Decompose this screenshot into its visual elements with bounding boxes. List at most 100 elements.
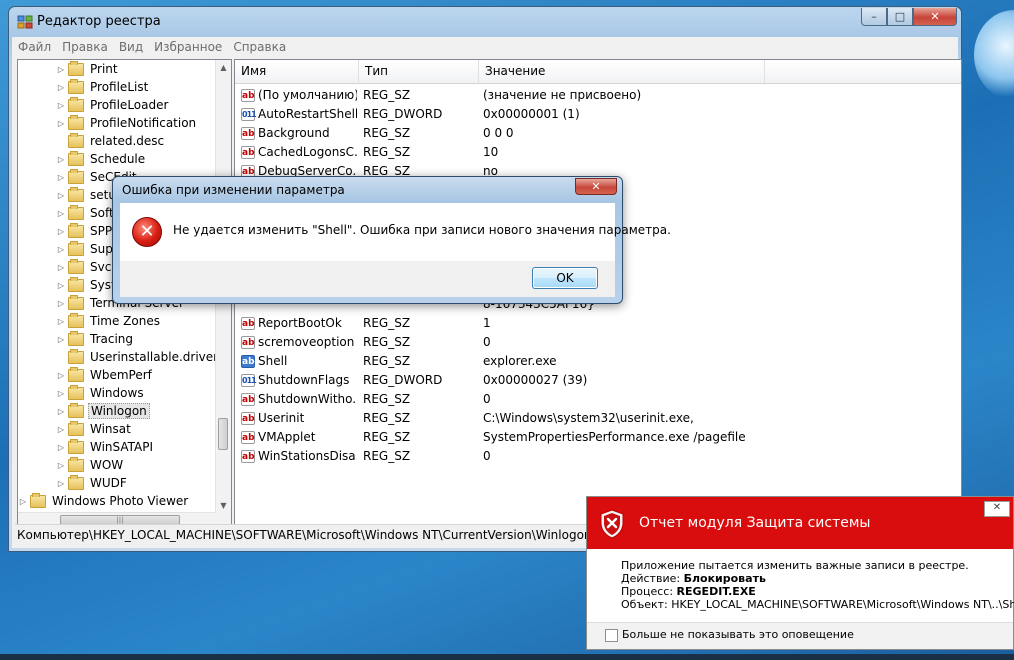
table-row[interactable]: ab VMApplet REG_SZ SystemPropertiesPerforma… bbox=[235, 428, 961, 447]
expand-arrow-icon[interactable]: ▷ bbox=[56, 101, 66, 110]
tree-item[interactable]: ▷ ProfileLoader bbox=[56, 96, 170, 114]
string-value-icon: ab bbox=[241, 317, 255, 330]
value-name: ShutdownFlags bbox=[258, 373, 350, 387]
expand-arrow-icon[interactable]: ▷ bbox=[56, 191, 66, 200]
binary-value-icon: 011 bbox=[241, 108, 257, 121]
maximize-icon: □ bbox=[894, 10, 906, 23]
tree-item[interactable]: ▷ WUDF bbox=[56, 474, 129, 492]
table-row[interactable]: ab scremoveoption REG_SZ 0 bbox=[235, 333, 961, 352]
minimize-button[interactable]: – bbox=[861, 8, 887, 26]
table-row[interactable]: ab ReportBootOk REG_SZ 1 bbox=[235, 314, 961, 333]
cell-value: 1 bbox=[483, 316, 491, 330]
expand-arrow-icon[interactable]: ▷ bbox=[56, 263, 66, 272]
folder-icon bbox=[68, 420, 84, 436]
expand-arrow-icon[interactable]: ▷ bbox=[56, 119, 66, 128]
menu-favorites[interactable]: Избранное bbox=[154, 40, 222, 54]
dont-show-checkbox[interactable] bbox=[605, 629, 618, 642]
value-name: WinStationsDisa... bbox=[258, 449, 357, 463]
expand-arrow-icon[interactable]: ▷ bbox=[56, 407, 66, 416]
table-row[interactable]: ab Shell REG_SZ explorer.exe bbox=[235, 352, 961, 371]
expand-arrow-icon[interactable]: ▷ bbox=[56, 281, 66, 290]
tree-item-label: ProfileNotification bbox=[90, 116, 197, 130]
value-name: scremoveoption bbox=[258, 335, 355, 349]
expand-arrow-icon[interactable]: ▷ bbox=[56, 155, 66, 164]
expand-arrow-icon[interactable]: ▷ bbox=[56, 425, 66, 434]
menu-edit[interactable]: Правка bbox=[62, 40, 108, 54]
ok-button[interactable]: OK bbox=[532, 267, 598, 289]
tree-item[interactable]: ▷ Print bbox=[56, 60, 120, 78]
column-value[interactable]: Значение bbox=[479, 60, 765, 83]
tree-item[interactable]: ▷ ProfileList bbox=[56, 78, 150, 96]
tree-item[interactable]: ▷ Windows Photo Viewer bbox=[18, 492, 190, 510]
cell-name: ab CachedLogonsC... bbox=[241, 143, 357, 162]
close-button[interactable]: ✕ bbox=[913, 8, 957, 26]
expand-arrow-icon[interactable]: ▷ bbox=[56, 443, 66, 452]
tree-item[interactable]: ▷ Tracing bbox=[56, 330, 135, 348]
table-row[interactable]: 011 ShutdownFlags REG_DWORD 0x00000027 (39) bbox=[235, 371, 961, 390]
tree-item[interactable]: ▷ SPP bbox=[56, 222, 114, 240]
table-row[interactable]: ab WinStationsDisa... REG_SZ 0 bbox=[235, 447, 961, 466]
status-path: Компьютер\HKEY_LOCAL_MACHINE\SOFTWARE\Mi… bbox=[17, 528, 592, 542]
expand-arrow-icon[interactable]: ▷ bbox=[56, 479, 66, 488]
expand-arrow-icon[interactable]: ▷ bbox=[56, 245, 66, 254]
table-row[interactable]: ab ShutdownWitho... REG_SZ 0 bbox=[235, 390, 961, 409]
table-row[interactable]: ab CachedLogonsC... REG_SZ 10 bbox=[235, 143, 961, 162]
cell-type: REG_SZ bbox=[363, 449, 411, 463]
cell-type: REG_SZ bbox=[363, 126, 411, 140]
expand-arrow-icon[interactable]: ▷ bbox=[56, 83, 66, 92]
string-value-icon: ab bbox=[241, 127, 255, 140]
folder-icon bbox=[68, 168, 84, 184]
list-header: Имя Тип Значение bbox=[235, 60, 961, 84]
dialog-close-button[interactable]: ✕ bbox=[575, 178, 617, 195]
title-bar[interactable]: Редактор реестра – □ ✕ bbox=[9, 7, 961, 37]
tree-item[interactable]: ▷ WOW bbox=[56, 456, 125, 474]
tree-item-label: WbemPerf bbox=[90, 368, 152, 382]
cell-name: ab scremoveoption bbox=[241, 333, 357, 352]
tree-item[interactable]: ▷ Windows bbox=[56, 384, 146, 402]
menu-help[interactable]: Справка bbox=[233, 40, 286, 54]
scroll-down-icon[interactable]: ▼ bbox=[216, 498, 231, 513]
tree-item[interactable]: ▷ WbemPerf bbox=[56, 366, 154, 384]
expand-arrow-icon[interactable]: ▷ bbox=[18, 497, 28, 506]
expand-arrow-icon[interactable]: ▷ bbox=[56, 173, 66, 182]
table-row[interactable]: 011 AutoRestartShell REG_DWORD 0x00000001 (… bbox=[235, 105, 961, 124]
tree-item-label: Print bbox=[90, 62, 118, 76]
tree-item[interactable]: Userinstallable.drivers bbox=[56, 348, 226, 366]
tree-item-label: WinSATAPI bbox=[90, 440, 154, 454]
expand-arrow-icon[interactable]: ▷ bbox=[56, 65, 66, 74]
tree-item[interactable]: ▷ WinSATAPI bbox=[56, 438, 155, 456]
column-name[interactable]: Имя bbox=[235, 60, 359, 83]
scroll-up-icon[interactable]: ▲ bbox=[216, 60, 231, 75]
tree-item[interactable]: ▷ Time Zones bbox=[56, 312, 162, 330]
tree-item[interactable]: ▷ Winlogon bbox=[56, 402, 150, 420]
expand-arrow-icon[interactable]: ▷ bbox=[56, 389, 66, 398]
column-type[interactable]: Тип bbox=[359, 60, 479, 83]
tree-item[interactable]: ▷ Winsat bbox=[56, 420, 133, 438]
menu-view[interactable]: Вид bbox=[119, 40, 143, 54]
dont-show-label[interactable]: Больше не показывать это оповещение bbox=[622, 628, 854, 641]
expand-arrow-icon[interactable]: ▷ bbox=[56, 335, 66, 344]
tree-item[interactable]: ▷ ProfileNotification bbox=[56, 114, 198, 132]
expand-arrow-icon[interactable]: ▷ bbox=[56, 227, 66, 236]
notification-close-button[interactable]: ✕ bbox=[984, 501, 1010, 517]
scroll-thumb[interactable] bbox=[218, 418, 228, 450]
tree-item[interactable]: related.desc bbox=[56, 132, 166, 150]
cell-type: REG_SZ bbox=[363, 88, 411, 102]
cell-name: 011 AutoRestartShell bbox=[241, 105, 357, 124]
expand-arrow-icon[interactable]: ▷ bbox=[56, 299, 66, 308]
table-row[interactable]: ab (По умолчанию) REG_SZ (значение не присв… bbox=[235, 86, 961, 105]
expand-arrow-icon[interactable]: ▷ bbox=[56, 461, 66, 470]
table-row[interactable]: ab Background REG_SZ 0 0 0 bbox=[235, 124, 961, 143]
folder-icon bbox=[68, 348, 84, 364]
maximize-button[interactable]: □ bbox=[887, 8, 913, 26]
menu-file[interactable]: Файл bbox=[18, 40, 51, 54]
expand-arrow-icon[interactable]: ▷ bbox=[56, 209, 66, 218]
window-controls: – □ ✕ bbox=[861, 8, 957, 26]
tree-item-label: related.desc bbox=[90, 134, 165, 148]
table-row[interactable]: ab Userinit REG_SZ C:\Windows\system32\user… bbox=[235, 409, 961, 428]
expand-arrow-icon[interactable]: ▷ bbox=[56, 317, 66, 326]
folder-icon bbox=[68, 150, 84, 166]
protection-notification: Отчет модуля Защита системы ✕ Приложение… bbox=[586, 496, 1014, 650]
tree-item[interactable]: ▷ Schedule bbox=[56, 150, 147, 168]
expand-arrow-icon[interactable]: ▷ bbox=[56, 371, 66, 380]
